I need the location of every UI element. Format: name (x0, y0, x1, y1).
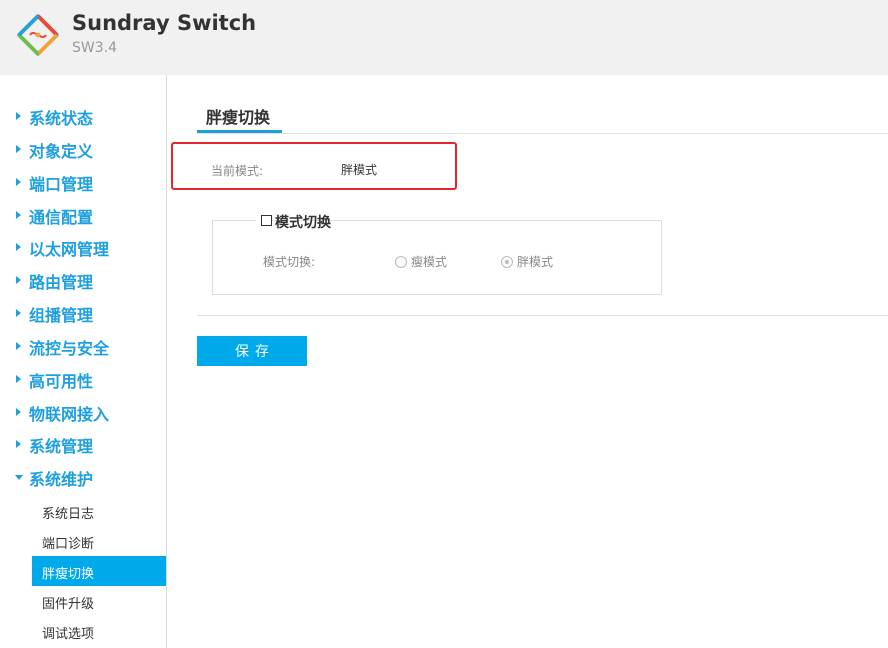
caret-right-icon (16, 145, 21, 153)
sidebar-subitem-label: 固件升级 (42, 597, 95, 612)
caret-down-icon (15, 475, 23, 480)
sidebar-item-label: 端口管理 (29, 175, 94, 194)
sidebar-subitem-debug-options[interactable]: 调试选项 (32, 616, 166, 646)
mode-switch-field-label: 模式切换: (263, 255, 316, 269)
current-mode-value: 胖模式 (341, 163, 378, 177)
sidebar-subitem-label: 系统日志 (42, 507, 95, 522)
sidebar-nav: 系统状态 对象定义 端口管理 通信配置 以太网管理 路由管理 组播管理 流控与安… (0, 75, 167, 648)
mode-switch-checkbox[interactable] (261, 215, 272, 226)
sidebar-item-routing-management[interactable]: 路由管理 (0, 264, 166, 297)
sidebar-item-object-definition[interactable]: 对象定义 (0, 133, 166, 166)
sidebar-item-label: 系统维护 (29, 470, 94, 489)
fat-mode-label: 胖模式 (517, 255, 554, 269)
top-header: Sundray Switch SW3.4 (0, 0, 888, 75)
sidebar-item-label: 物联网接入 (29, 405, 110, 424)
sidebar-item-label: 以太网管理 (29, 240, 110, 259)
sidebar-item-label: 高可用性 (29, 372, 94, 391)
sidebar-item-label: 流控与安全 (29, 339, 110, 358)
caret-right-icon (16, 342, 21, 350)
fat-mode-radio[interactable] (501, 256, 513, 268)
sidebar-subitem-fat-thin-switch[interactable]: 胖瘦切换 (32, 556, 166, 586)
save-button[interactable]: 保存 (197, 336, 307, 366)
caret-right-icon (16, 243, 21, 251)
sidebar-item-ethernet-management[interactable]: 以太网管理 (0, 231, 166, 264)
sidebar-item-label: 通信配置 (29, 208, 94, 227)
caret-right-icon (16, 276, 21, 284)
sidebar-item-communication-config[interactable]: 通信配置 (0, 199, 166, 232)
sidebar-item-label: 系统管理 (29, 437, 94, 456)
sidebar-subitem-port-diagnosis[interactable]: 端口诊断 (32, 526, 166, 556)
caret-right-icon (16, 309, 21, 317)
caret-right-icon (16, 211, 21, 219)
sidebar-subitem-system-log[interactable]: 系统日志 (32, 496, 166, 526)
sidebar-item-high-availability[interactable]: 高可用性 (0, 363, 166, 396)
sidebar-item-system-management[interactable]: 系统管理 (0, 428, 166, 461)
sidebar-subitem-label: 端口诊断 (42, 537, 95, 552)
current-mode-label: 当前模式: (211, 164, 264, 178)
tab-divider (197, 133, 888, 134)
sidebar-subitem-label: 调试选项 (42, 627, 95, 642)
tab-fat-thin-switch[interactable]: 胖瘦切换 (206, 104, 270, 128)
sidebar-item-port-management[interactable]: 端口管理 (0, 166, 166, 199)
mode-switch-legend: 模式切换 (256, 211, 331, 233)
caret-right-icon (16, 112, 21, 120)
sundray-logo-icon (17, 14, 59, 56)
caret-right-icon (16, 178, 21, 186)
app-version: SW3.4 (72, 40, 117, 56)
app-title: Sundray Switch (72, 11, 257, 35)
sidebar-subitem-label: 胖瘦切换 (42, 567, 95, 582)
sidebar-item-flow-control-security[interactable]: 流控与安全 (0, 330, 166, 363)
sidebar-item-label: 对象定义 (29, 142, 94, 161)
section-divider (197, 315, 888, 316)
sidebar-subitem-firmware-upgrade[interactable]: 固件升级 (32, 586, 166, 616)
sidebar-item-system-status[interactable]: 系统状态 (0, 100, 166, 133)
caret-right-icon (16, 440, 21, 448)
sidebar-item-system-maintenance[interactable]: 系统维护 (0, 461, 166, 494)
sidebar-item-label: 路由管理 (29, 273, 94, 292)
caret-right-icon (16, 375, 21, 383)
sidebar-item-label: 系统状态 (29, 109, 94, 128)
sidebar-item-label: 组播管理 (29, 306, 94, 325)
sidebar-item-multicast-management[interactable]: 组播管理 (0, 297, 166, 330)
sidebar-item-iot-access[interactable]: 物联网接入 (0, 396, 166, 429)
thin-mode-label: 瘦模式 (411, 255, 448, 269)
caret-right-icon (16, 408, 21, 416)
thin-mode-radio[interactable] (395, 256, 407, 268)
mode-switch-legend-label: 模式切换 (275, 215, 331, 231)
